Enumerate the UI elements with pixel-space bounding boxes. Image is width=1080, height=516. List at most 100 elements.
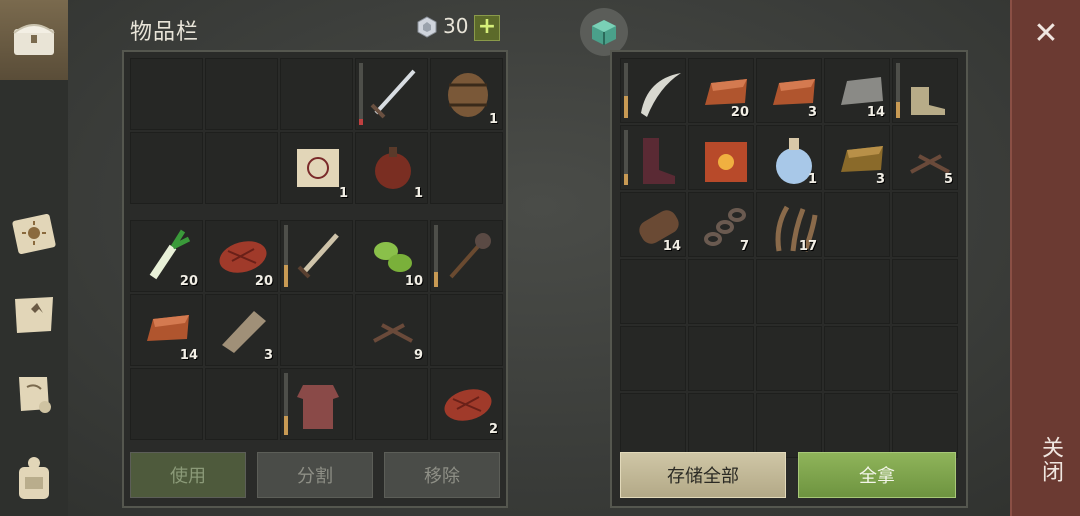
container-slot-empty[interactable] — [892, 259, 958, 324]
use-button[interactable]: 使用 — [130, 452, 246, 498]
container-slot-empty[interactable] — [824, 259, 890, 324]
backpack-icon[interactable] — [6, 450, 62, 506]
container-slot-empty[interactable] — [892, 192, 958, 257]
item-count: 20 — [730, 105, 749, 120]
container-slot-chain[interactable]: 7 — [688, 192, 754, 257]
container-slot-empty[interactable] — [620, 326, 686, 391]
container-slot-nails[interactable]: 5 — [892, 125, 958, 190]
sun-book-icon — [705, 142, 747, 182]
container-slot-scimitar[interactable] — [620, 58, 686, 123]
container-slot-fiber[interactable]: 17 — [756, 192, 822, 257]
container-slot-empty[interactable] — [688, 393, 754, 458]
gem-currency-icon — [417, 16, 437, 38]
sword-icon — [297, 233, 339, 279]
currency-count: 30 — [443, 14, 469, 38]
quest-scroll-icon[interactable] — [6, 366, 62, 422]
equipment-slot-empty[interactable] — [430, 132, 503, 204]
container-slot-sun-book[interactable] — [688, 125, 754, 190]
equipment-slot-empty[interactable] — [130, 132, 203, 204]
container-slot-empty[interactable] — [756, 259, 822, 324]
durability-bar — [624, 63, 628, 118]
item-count: 3 — [807, 105, 817, 120]
backpack-slot-empty[interactable] — [355, 368, 428, 440]
container-slot-empty[interactable] — [756, 326, 822, 391]
item-count: 20 — [179, 274, 198, 289]
backpack-slot-raw-meat[interactable]: 20 — [205, 220, 278, 292]
container-slot-bronze-ingot[interactable]: 3 — [824, 125, 890, 190]
container-slot-empty[interactable] — [756, 393, 822, 458]
container-slot-copper-ingot[interactable]: 3 — [756, 58, 822, 123]
equipment-slot-recipe-scroll[interactable]: 1 — [280, 132, 353, 204]
take-all-button[interactable]: 全拿 — [798, 452, 956, 498]
backpack-slot-mace[interactable] — [430, 220, 503, 292]
durability-bar — [284, 225, 288, 287]
container-slot-empty[interactable] — [688, 326, 754, 391]
equipment-slot-empty[interactable] — [280, 58, 353, 130]
sidebar-active-tab[interactable] — [0, 0, 68, 80]
backpack-slot-wood-plank[interactable]: 3 — [205, 294, 278, 366]
container-slot-empty[interactable] — [824, 326, 890, 391]
durability-bar — [896, 63, 900, 118]
equipment-slot-barrel[interactable]: 1 — [430, 58, 503, 130]
durability-bar — [624, 130, 628, 185]
item-count: 2 — [488, 422, 498, 437]
crafting-map-icon[interactable] — [6, 286, 62, 342]
storage-box-icon — [580, 8, 628, 56]
equipment-slot-longsword[interactable] — [355, 58, 428, 130]
backpack-slot-copper-ingot[interactable]: 14 — [130, 294, 203, 366]
container-slot-empty[interactable] — [892, 393, 958, 458]
close-label[interactable]: 关闭 — [1026, 436, 1066, 484]
item-count: 9 — [413, 348, 423, 363]
container-slot-empty[interactable] — [620, 393, 686, 458]
backpack-slot-empty[interactable] — [430, 294, 503, 366]
inventory-title: 物品栏 — [130, 20, 200, 45]
backpack-slot-empty[interactable] — [205, 368, 278, 440]
chest-icon[interactable] — [6, 10, 62, 66]
remove-button[interactable]: 移除 — [384, 452, 500, 498]
add-currency-button[interactable]: + — [474, 15, 500, 41]
split-button[interactable]: 分割 — [257, 452, 373, 498]
close-icon[interactable]: ✕ — [1032, 19, 1060, 49]
backpack-slot-nails[interactable]: 9 — [355, 294, 428, 366]
backpack-slot-empty[interactable] — [280, 294, 353, 366]
equipment-slot-empty[interactable] — [205, 58, 278, 130]
container-slot-copper-ingot[interactable]: 20 — [688, 58, 754, 123]
leather-boots-icon — [643, 138, 675, 184]
container-slot-frost-potion[interactable]: 1 — [756, 125, 822, 190]
container-slot-empty[interactable] — [688, 259, 754, 324]
container-slot-empty[interactable] — [620, 259, 686, 324]
item-count: 20 — [254, 274, 273, 289]
item-count: 5 — [943, 172, 953, 187]
equipment-slot-empty[interactable] — [130, 58, 203, 130]
container-slot-empty[interactable] — [824, 393, 890, 458]
equipment-slot-leather-flask[interactable]: 1 — [355, 132, 428, 204]
container-slot-leather-boots[interactable] — [620, 125, 686, 190]
backpack-slot-raw-meat[interactable]: 2 — [430, 368, 503, 440]
container-slot-empty[interactable] — [892, 326, 958, 391]
backpack-slot-leek[interactable]: 20 — [130, 220, 203, 292]
container-slot-empty[interactable] — [824, 192, 890, 257]
item-count: 1 — [338, 186, 348, 201]
backpack-slot-sword[interactable] — [280, 220, 353, 292]
chainmail-icon — [297, 385, 339, 429]
item-count: 3 — [875, 172, 885, 187]
container-slot-log[interactable]: 14 — [620, 192, 686, 257]
sun-book-icon[interactable] — [6, 206, 62, 262]
close-panel[interactable]: ✕ 关闭 — [1010, 0, 1080, 516]
container-slot-stone[interactable]: 14 — [824, 58, 890, 123]
store-all-button[interactable]: 存储全部 — [620, 452, 786, 498]
item-count: 7 — [739, 239, 749, 254]
equipment-slot-empty[interactable] — [205, 132, 278, 204]
item-count: 14 — [866, 105, 885, 120]
boots-icon — [911, 87, 945, 115]
mace-icon — [449, 233, 491, 279]
scimitar-icon — [641, 73, 681, 117]
backpack-slot-empty[interactable] — [130, 368, 203, 440]
container-slot-boots[interactable] — [892, 58, 958, 123]
durability-bar — [359, 63, 363, 125]
backpack-slot-herb-bundle[interactable]: 10 — [355, 220, 428, 292]
item-count: 1 — [807, 172, 817, 187]
backpack-slot-chainmail[interactable] — [280, 368, 353, 440]
item-count: 14 — [662, 239, 681, 254]
longsword-icon — [370, 69, 416, 119]
